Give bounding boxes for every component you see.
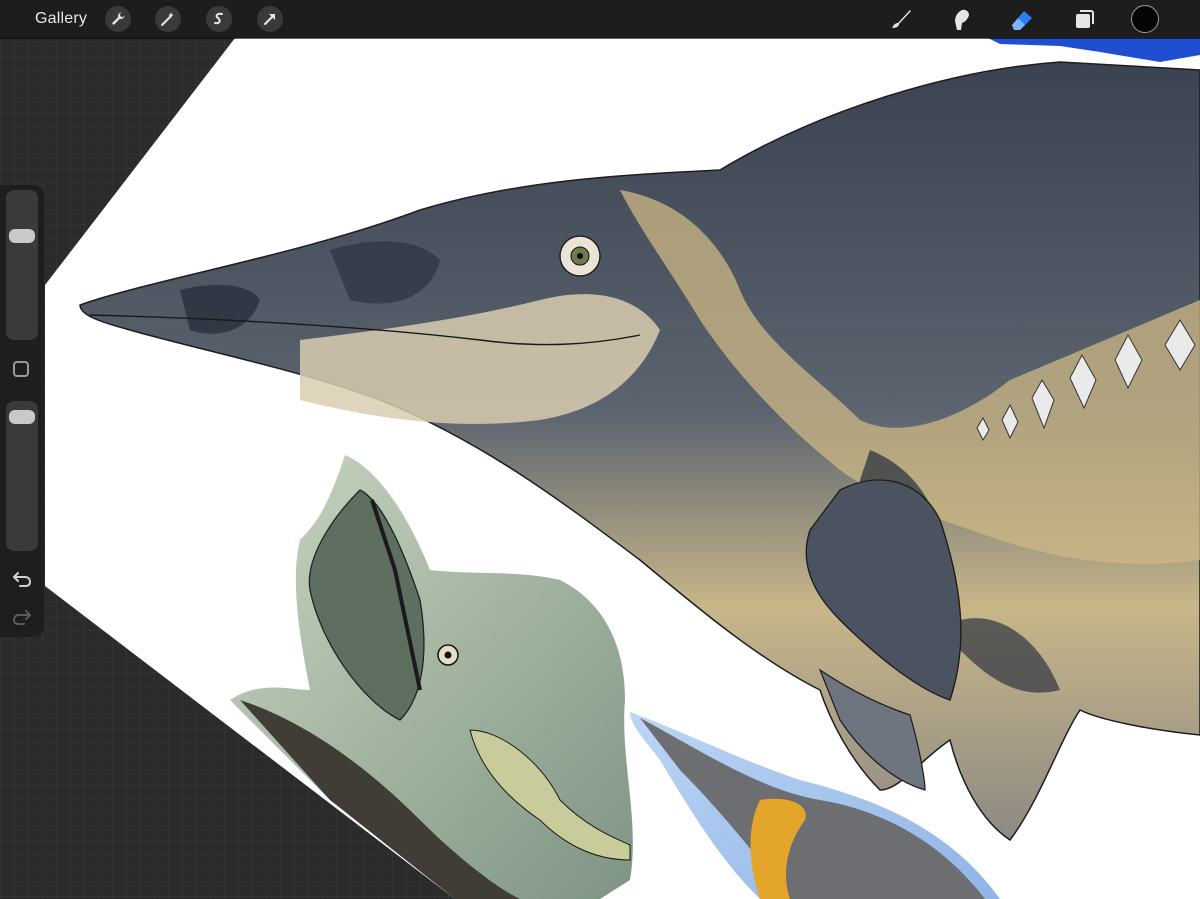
magic-wand-icon[interactable] xyxy=(155,6,181,32)
smudge-icon[interactable] xyxy=(947,5,975,33)
modify-button[interactable] xyxy=(13,361,29,377)
brush-size-slider[interactable] xyxy=(6,190,38,340)
brush-icon[interactable] xyxy=(887,5,915,33)
eraser-icon[interactable] xyxy=(1008,5,1036,33)
undo-icon[interactable] xyxy=(11,567,33,589)
opacity-slider[interactable] xyxy=(6,401,38,551)
layers-icon[interactable] xyxy=(1070,5,1098,33)
left-sidebar xyxy=(0,185,44,637)
opacity-knob[interactable] xyxy=(9,409,35,424)
artwork-canvas[interactable] xyxy=(0,0,1200,899)
top-toolbar: Gallery xyxy=(0,0,1200,38)
redo-icon[interactable] xyxy=(11,605,33,627)
gallery-button[interactable]: Gallery xyxy=(35,10,87,28)
color-picker-button[interactable] xyxy=(1131,5,1159,33)
wrench-icon[interactable] xyxy=(105,6,131,32)
brush-size-knob[interactable] xyxy=(9,229,35,244)
selection-icon[interactable] xyxy=(206,6,232,32)
transform-arrow-icon[interactable] xyxy=(257,6,283,32)
